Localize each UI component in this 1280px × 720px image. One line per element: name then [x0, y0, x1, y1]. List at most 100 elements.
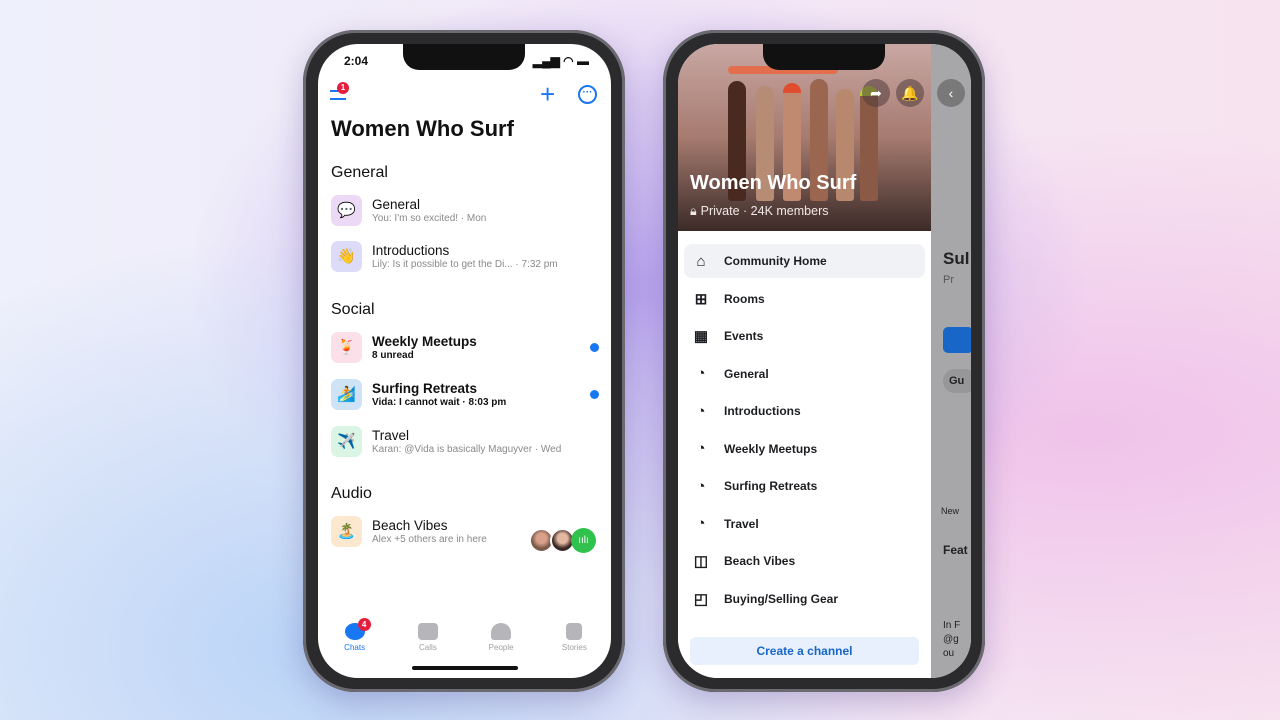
menu-item-label: Events [724, 329, 764, 343]
channel-icon: 🏝️ [331, 515, 362, 547]
menu-item[interactable]: ▦ Events [684, 319, 925, 353]
back-button[interactable]: ‹ [937, 79, 965, 107]
left-phone: 2:04 ▂▄▆ ◠ ▬ 1 + ··· Women Who Surf Gene… [303, 30, 625, 692]
menu-item-label: Buying/Selling Gear [724, 591, 839, 606]
chats-screen: 2:04 ▂▄▆ ◠ ▬ 1 + ··· Women Who Surf Gene… [318, 44, 611, 678]
channel-row[interactable]: 👋 Introductions Lily: Is it possible to g… [331, 238, 599, 274]
channel-row[interactable]: 🏄 Surfing Retreats Vida: I cannot wait · … [331, 376, 599, 412]
menu-item[interactable]: ◔ Surfing Retreats [684, 469, 925, 503]
peek-feat: Feat [943, 543, 968, 557]
create-channel-button[interactable]: Create a channel [690, 637, 919, 665]
channel-name: Surfing Retreats [372, 380, 478, 396]
menu-item[interactable]: ◔ Introductions [684, 394, 925, 428]
chats-badge: 4 [357, 618, 371, 631]
lock-icon: 🔒︎ [690, 204, 697, 218]
channel-preview: Lily: Is it possible to get the Di... · … [372, 258, 558, 270]
video-plus-icon: ⊞ [694, 290, 708, 308]
more-button[interactable]: ··· [578, 85, 597, 104]
section-header: Audio [331, 485, 372, 502]
home-indicator [412, 666, 518, 670]
tab-calls[interactable]: Calls [398, 623, 458, 652]
channel-row[interactable]: 🍹 Weekly Meetups 8 unread [331, 329, 599, 365]
audio-lock-icon: ◫ [693, 553, 709, 570]
people-icon [491, 623, 512, 640]
channel-icon: 💬 [331, 194, 362, 226]
status-time: 2:04 [344, 54, 369, 68]
section-header: Social [331, 301, 375, 318]
menu-item-label: Introductions [724, 404, 801, 418]
menu-button[interactable]: 1 [330, 82, 350, 102]
channel-preview: Alex +5 others are in here [372, 533, 487, 545]
cover-photo: ➦ 🔔 Women Who Surf 🔒︎ Private · 24K membe… [678, 44, 931, 231]
tab-bar: 4 Chats Calls People Stories [318, 618, 611, 652]
page-title: Women Who Surf [331, 116, 514, 141]
chat-lock-icon: ◔ [696, 515, 706, 532]
notifications-button[interactable]: 🔔 [896, 79, 924, 107]
peek-meta: Pr [943, 274, 954, 286]
peek-title: Sul [943, 249, 970, 268]
create-channel-label: Create a channel [756, 644, 853, 658]
menu-item[interactable]: ⌂ Community Home [684, 244, 925, 278]
chat-lock-icon: ◔ [696, 477, 706, 495]
unread-dot [590, 343, 599, 352]
menu-item-label: Community Home [724, 254, 827, 268]
tab-people[interactable]: People [471, 623, 531, 652]
chat-channel-icon: ◔ [696, 402, 706, 420]
menu-item[interactable]: ◔ Travel [684, 507, 925, 541]
calendar-icon: ▦ [693, 328, 709, 345]
audio-wave-icon: ıılı [571, 528, 596, 553]
menu-item[interactable]: ◔ General [684, 357, 925, 391]
channel-icon: 🍹 [331, 331, 362, 363]
tab-label: Calls [418, 643, 437, 652]
stories-icon [566, 623, 583, 640]
channel-preview: You: I'm so excited! · Mon [372, 212, 487, 224]
menu-item-label: Rooms [724, 291, 765, 306]
group-name: Women Who Surf [690, 172, 857, 194]
background-page-peek[interactable]: Sul Pr Gu New Feat In F @g ou [931, 44, 971, 678]
menu-item[interactable]: ◰ Buying/Selling Gear [684, 582, 925, 616]
audio-participants: ıılı [529, 528, 596, 553]
unread-dot [590, 390, 599, 399]
signal-wifi-battery-icon: ▂▄▆ ◠ ▬ [532, 54, 589, 68]
section-header: General [331, 164, 388, 181]
channel-icon: 🏄 [331, 378, 362, 410]
chat-channel-icon: ◔ [696, 365, 706, 382]
channel-name: Introductions [372, 242, 450, 258]
menu-item-label: Beach Vibes [724, 554, 796, 568]
chat-channel-icon: ◔ [696, 440, 706, 457]
peek-chip: Gu [943, 369, 971, 393]
channel-row[interactable]: 💬 General You: I'm so excited! · Mon [331, 192, 599, 228]
community-screen: Sul Pr Gu New Feat In F @g ou ➦ 🔔 Women … [678, 44, 971, 678]
menu-item-label: Surfing Retreats [724, 479, 818, 493]
share-button[interactable]: ➦ [862, 79, 890, 107]
add-button[interactable]: + [540, 81, 555, 107]
menu-item[interactable]: ⊞ Rooms [684, 282, 925, 316]
channel-name: Weekly Meetups [372, 333, 477, 349]
menu-item-label: General [724, 366, 769, 381]
notch [403, 44, 525, 70]
right-phone: Sul Pr Gu New Feat In F @g ou ➦ 🔔 Women … [663, 30, 985, 692]
tab-label: Stories [561, 643, 587, 652]
tab-label: People [488, 643, 514, 652]
peek-post: In F @g ou [943, 620, 961, 659]
community-menu: ⌂ Community Home ⊞ Rooms ▦ Events ◔ Gene… [678, 231, 931, 678]
notch [763, 44, 885, 70]
peek-new: New [941, 506, 960, 516]
video-camera-icon [417, 623, 438, 640]
menu-item[interactable]: ◫ Beach Vibes [684, 544, 925, 578]
channel-icon: 👋 [331, 240, 362, 272]
channel-preview: Vida: I cannot wait · 8:03 pm [372, 396, 507, 408]
menu-badge: 1 [337, 82, 349, 94]
channel-preview: Karan: @Vida is basically Maguyver · Wed [372, 443, 562, 455]
tab-stories[interactable]: Stories [544, 623, 604, 652]
channel-row[interactable]: ✈️ Travel Karan: @Vida is basically Maguy… [331, 423, 599, 459]
group-meta: Private · 24K members [700, 204, 829, 218]
home-icon: ⌂ [696, 252, 706, 270]
channel-name: General [372, 196, 421, 212]
tab-chats[interactable]: 4 Chats [325, 618, 385, 652]
menu-item[interactable]: ◔ Weekly Meetups [684, 432, 925, 466]
marketplace-channel-icon: ◰ [693, 590, 709, 608]
menu-item-label: Weekly Meetups [724, 441, 818, 456]
channel-preview: 8 unread [372, 349, 414, 361]
channel-name: Travel [372, 427, 410, 443]
